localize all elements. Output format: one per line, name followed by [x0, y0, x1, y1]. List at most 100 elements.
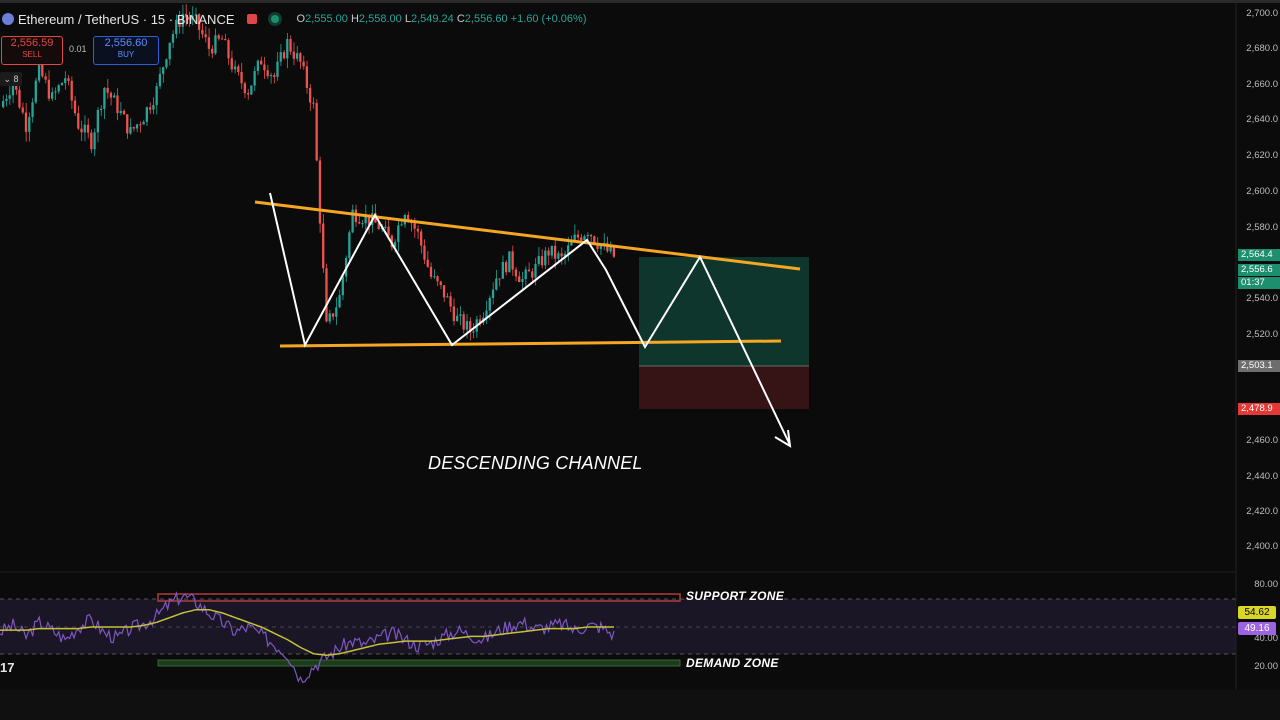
candle: [54, 91, 57, 93]
price-tick: 2,440.0: [1246, 471, 1278, 482]
candle: [400, 224, 403, 226]
price-tick: 2,680.0: [1246, 43, 1278, 54]
candle: [501, 262, 504, 279]
candle: [348, 232, 351, 258]
candle: [24, 112, 28, 132]
candle: [60, 83, 64, 86]
candle: [465, 321, 469, 330]
sell-button[interactable]: 2,556.59 SELL: [1, 36, 63, 65]
candle: [276, 61, 279, 77]
candle: [86, 124, 90, 133]
candle: [2, 101, 5, 108]
candle: [504, 262, 508, 273]
candle: [439, 281, 442, 286]
symbol-header[interactable]: Ethereum / TetherUS · 15 · BINANCE O2,55…: [0, 8, 1236, 30]
candle: [338, 295, 341, 308]
alert-flag-icon[interactable]: [246, 14, 257, 24]
candle: [609, 246, 612, 252]
candle: [508, 251, 511, 273]
candle: [116, 95, 119, 114]
price-tick: 2,660.0: [1246, 79, 1278, 90]
chevron-down-icon: ⌄: [3, 74, 11, 84]
indicator-count: 8: [13, 74, 19, 84]
candle: [567, 245, 570, 254]
candle: [162, 67, 165, 74]
profit-zone: [639, 257, 809, 366]
candle: [158, 73, 162, 87]
candle: [201, 29, 204, 35]
candle: [230, 58, 233, 70]
price-tick: 2,400.0: [1246, 541, 1278, 552]
candle: [560, 253, 563, 257]
pattern-label: DESCENDING CHANNEL: [428, 453, 643, 473]
candle: [361, 223, 364, 225]
candle: [70, 80, 73, 101]
candle: [495, 278, 498, 290]
candle: [527, 269, 531, 272]
candle: [77, 113, 80, 129]
market-open-icon: [270, 15, 279, 23]
candle: [83, 124, 86, 133]
candle: [295, 53, 299, 59]
rsi-value-tag: 49.16: [1238, 622, 1276, 635]
candle: [224, 38, 227, 41]
symbol-title[interactable]: Ethereum / TetherUS · 15 · BINANCE: [18, 12, 235, 27]
candle: [576, 234, 580, 238]
demand-zone-label: DEMAND ZONE: [686, 656, 779, 670]
candle: [73, 100, 77, 114]
candle: [416, 228, 420, 232]
candle: [263, 64, 266, 71]
candle: [462, 314, 465, 330]
candle: [217, 35, 220, 39]
candle: [64, 78, 67, 84]
candle: [266, 70, 269, 77]
indicators-toggle[interactable]: ⌄ 8: [0, 72, 22, 86]
candle: [534, 263, 537, 278]
candle: [518, 276, 521, 282]
demand-zone-box[interactable]: [157, 659, 681, 667]
candle: [305, 66, 309, 88]
ethereum-icon: [2, 13, 14, 25]
candle: [436, 276, 439, 282]
candle: [312, 102, 315, 104]
candle: [34, 80, 37, 103]
candle: [279, 52, 282, 62]
candle: [119, 110, 122, 114]
tradingview-logo: 17: [0, 660, 15, 675]
candle: [139, 124, 142, 126]
candle: [292, 51, 295, 59]
candle: [129, 127, 132, 134]
loss-zone: [639, 366, 809, 409]
candle: [240, 71, 243, 84]
candle: [531, 271, 534, 278]
candle: [586, 234, 589, 237]
upper-trendline[interactable]: [254, 200, 801, 271]
candle: [103, 87, 106, 109]
close-key: C: [456, 13, 465, 25]
candle: [449, 296, 452, 307]
candle: [413, 223, 416, 229]
candle: [442, 285, 446, 298]
candle: [243, 83, 246, 94]
candle: [171, 34, 175, 43]
buy-button[interactable]: 2,556.60 BUY: [93, 36, 159, 65]
candle: [168, 42, 171, 60]
low-value: 2,549.24: [410, 13, 454, 25]
price-chart[interactable]: [0, 0, 1280, 720]
candle: [309, 87, 312, 103]
price-tick: 2,620.0: [1246, 150, 1278, 161]
price-tick: 2,420.0: [1246, 506, 1278, 517]
candle: [524, 269, 527, 280]
candle: [132, 127, 135, 129]
candle: [214, 35, 217, 54]
close-value: 2,556.60 +1.60 (+0.06%): [464, 13, 587, 25]
candle: [514, 269, 518, 277]
candle: [325, 268, 328, 322]
candle: [57, 85, 60, 92]
spread-value: 0.01: [69, 44, 87, 54]
candle: [269, 75, 273, 77]
candle: [426, 259, 429, 267]
open-value: 2,555.00: [305, 13, 348, 25]
price-tick: 2,640.0: [1246, 114, 1278, 125]
candle: [31, 102, 34, 118]
